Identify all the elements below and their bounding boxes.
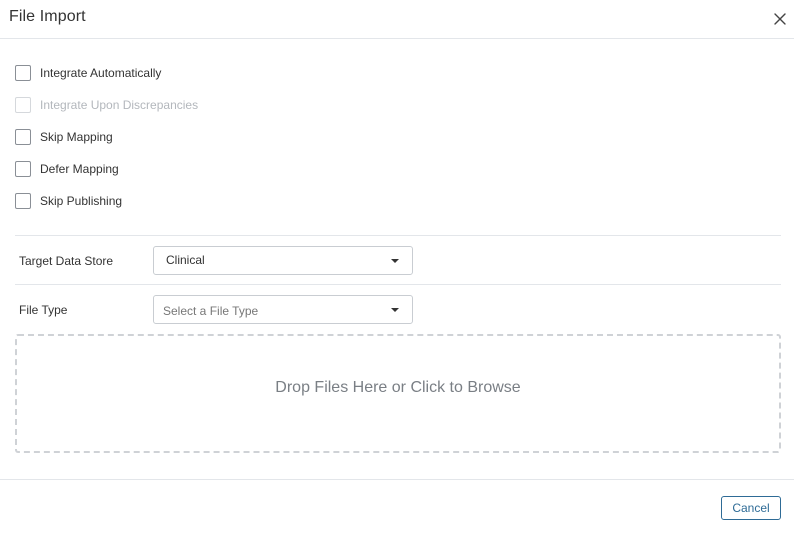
option-label: Skip Mapping [40, 130, 113, 144]
dropzone-text: Drop Files Here or Click to Browse [275, 379, 521, 396]
option-skip-publishing[interactable]: Skip Publishing [15, 193, 122, 209]
dialog-header: File Import [0, 0, 794, 39]
file-type-label: File Type [19, 303, 68, 317]
file-type-select[interactable]: Select a File Type [153, 295, 413, 324]
checkbox[interactable] [15, 129, 31, 145]
dialog-title: File Import [9, 8, 86, 25]
close-button[interactable] [771, 10, 789, 28]
file-dropzone[interactable]: Drop Files Here or Click to Browse [15, 334, 781, 453]
footer-divider [0, 479, 794, 480]
option-label: Integrate Automatically [40, 66, 162, 80]
target-data-store-select[interactable]: Clinical [153, 246, 413, 275]
option-integrate-upon-discrepancies: Integrate Upon Discrepancies [15, 97, 198, 113]
checkbox [15, 97, 31, 113]
option-label: Skip Publishing [40, 194, 123, 208]
cancel-button[interactable]: Cancel [721, 496, 781, 520]
section-divider [15, 284, 781, 285]
option-label: Defer Mapping [40, 162, 119, 176]
checkbox[interactable] [15, 65, 31, 81]
checkbox[interactable] [15, 161, 31, 177]
caret-down-icon [391, 308, 399, 312]
close-icon [774, 13, 786, 25]
section-divider [15, 235, 781, 236]
file-import-dialog: File Import Integrate Automatically Inte… [0, 0, 794, 533]
file-type-placeholder: Select a File Type [163, 304, 259, 318]
checkbox[interactable] [15, 193, 31, 209]
target-data-store-label: Target Data Store [19, 254, 114, 268]
option-skip-mapping[interactable]: Skip Mapping [15, 129, 113, 145]
caret-down-icon [391, 259, 399, 263]
target-data-store-value: Clinical [166, 253, 205, 267]
option-integrate-automatically[interactable]: Integrate Automatically [15, 65, 161, 81]
option-label: Integrate Upon Discrepancies [40, 98, 199, 112]
option-defer-mapping[interactable]: Defer Mapping [15, 161, 119, 177]
